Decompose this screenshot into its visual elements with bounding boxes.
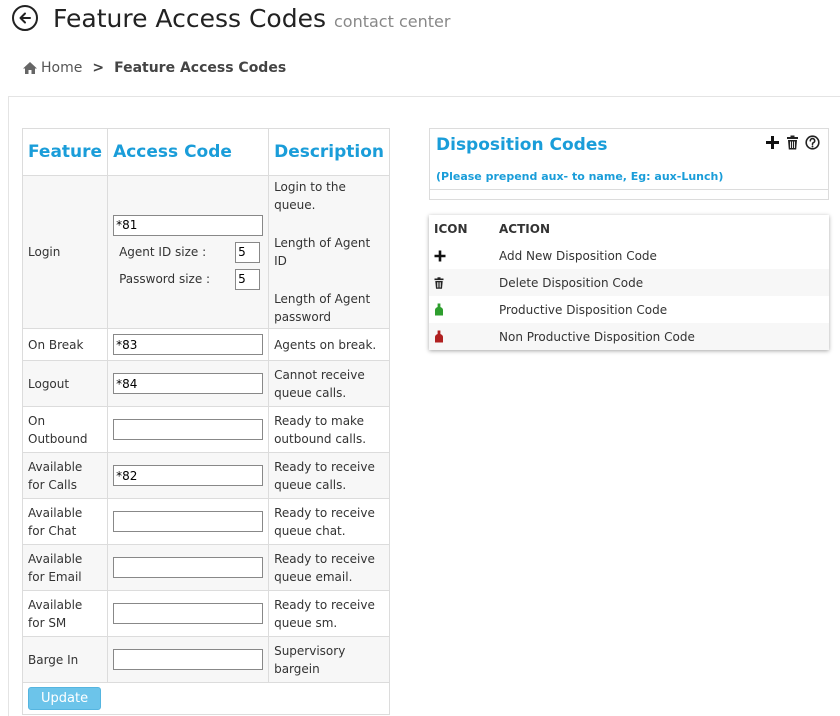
code-input-available-chat[interactable]: [113, 511, 264, 532]
agent-id-desc: Length of Agent ID: [274, 236, 371, 268]
agent-id-size-label: Agent ID size :: [119, 245, 207, 259]
table-row: Available for Email Ready to receive que…: [21, 544, 391, 591]
legend-row: Productive Disposition Code: [429, 296, 829, 323]
code-input-available-sm[interactable]: [113, 603, 264, 624]
description-cell: Cannot receive queue calls.: [268, 360, 391, 407]
disposition-note: (Please prepend aux- to name, Eg: aux-Lu…: [436, 170, 724, 183]
header-feature: Feature: [21, 128, 109, 176]
table-row: Available for Chat Ready to receive queu…: [21, 498, 391, 545]
agent-id-size-row: Agent ID size :: [119, 241, 261, 263]
feature-cell: Logout: [21, 360, 109, 407]
trash-icon[interactable]: [786, 135, 799, 150]
legend-action: Delete Disposition Code: [499, 275, 644, 290]
feature-access-table: Feature Access Code Description Login Ag…: [21, 128, 391, 715]
legend-row: Add New Disposition Code: [429, 242, 829, 269]
table-row: Logout Cannot receive queue calls.: [21, 360, 391, 407]
table-row-login: Login Agent ID size : Password size : Lo…: [21, 175, 391, 329]
disposition-codes-panel: Disposition Codes (Please prepend aux- t…: [429, 128, 829, 200]
table-row: Available for SM Ready to receive queue …: [21, 590, 391, 637]
breadcrumb-home-label: Home: [41, 60, 83, 76]
feature-cell: Available for SM: [21, 590, 109, 637]
green-bottle-icon: [435, 303, 443, 316]
access-code-cell: [107, 406, 270, 453]
feature-cell: Available for Calls: [21, 452, 109, 499]
code-input-available-calls[interactable]: [113, 465, 264, 486]
breadcrumb-current: Feature Access Codes: [114, 60, 287, 76]
legend-row: Non Productive Disposition Code: [429, 323, 829, 350]
table-header-row: Feature Access Code Description: [21, 128, 391, 176]
title-bar: Feature Access Codes contact center: [12, 2, 450, 34]
legend-action: Productive Disposition Code: [499, 302, 668, 317]
legend-icon-header: ICON: [434, 221, 468, 236]
table-footer-row: Update: [21, 682, 391, 715]
description-cell: Ready to receive queue email.: [268, 544, 391, 591]
description-cell: Agents on break.: [268, 328, 391, 361]
access-code-cell: [107, 452, 270, 499]
description-cell: Ready to receive queue sm.: [268, 590, 391, 637]
login-desc: Login to the queue.: [274, 180, 346, 212]
access-code-cell: [107, 328, 270, 361]
back-button[interactable]: [12, 5, 38, 31]
description-cell: Login to the queue. Length of Agent ID L…: [268, 175, 391, 329]
table-row: Available for Calls Ready to receive que…: [21, 452, 391, 499]
table-row: Barge In Supervisory bargein: [21, 636, 391, 683]
home-icon: [23, 62, 37, 74]
access-code-cell: [107, 544, 270, 591]
icon-legend: ICON ACTION Add New Disposition Code Del…: [429, 215, 829, 350]
code-input-available-email[interactable]: [113, 557, 264, 578]
description-cell: Ready to make outbound calls.: [268, 406, 391, 453]
legend-row: Delete Disposition Code: [429, 269, 829, 296]
footer-cell: Update: [21, 682, 391, 715]
description-cell: Ready to receive queue calls.: [268, 452, 391, 499]
header-access-code: Access Code: [107, 128, 270, 176]
arrow-left-icon: [19, 12, 31, 24]
divider: [430, 189, 828, 190]
access-code-cell: [107, 590, 270, 637]
access-code-cell: Agent ID size : Password size :: [107, 175, 270, 329]
red-bottle-icon: [435, 330, 443, 343]
code-input-on-outbound[interactable]: [113, 419, 264, 440]
plus-icon: [434, 250, 446, 261]
table-row: On Break Agents on break.: [21, 328, 391, 361]
feature-cell: Barge In: [21, 636, 109, 683]
description-cell: Supervisory bargein: [268, 636, 391, 683]
access-code-cell: [107, 360, 270, 407]
feature-cell: On Break: [21, 328, 109, 361]
password-size-input[interactable]: [235, 268, 261, 290]
update-button[interactable]: Update: [28, 687, 102, 710]
disposition-toolbar: [765, 135, 820, 150]
plus-icon[interactable]: [765, 135, 780, 150]
breadcrumb-home[interactable]: Home: [22, 60, 82, 76]
legend-action: Non Productive Disposition Code: [499, 329, 695, 344]
help-icon[interactable]: [805, 135, 820, 150]
password-size-row: Password size :: [119, 268, 261, 290]
table-row: On Outbound Ready to make outbound calls…: [21, 406, 391, 453]
description-cell: Ready to receive queue chat.: [268, 498, 391, 545]
code-input-logout[interactable]: [113, 373, 264, 394]
page-subtitle: contact center: [333, 11, 451, 31]
code-input-barge-in[interactable]: [113, 649, 264, 670]
code-input-on-break[interactable]: [113, 334, 264, 355]
header-description: Description: [268, 128, 391, 176]
legend-action-header: ACTION: [499, 221, 550, 236]
breadcrumb: Home > Feature Access Codes: [22, 60, 286, 76]
disposition-title: Disposition Codes: [436, 135, 608, 155]
access-code-cell: [107, 636, 270, 683]
agent-id-size-input[interactable]: [235, 241, 261, 263]
legend-action: Add New Disposition Code: [499, 248, 657, 263]
breadcrumb-separator: >: [92, 60, 105, 76]
trash-icon: [434, 276, 444, 289]
password-desc: Length of Agent password: [274, 292, 371, 324]
feature-cell: Available for Chat: [21, 498, 109, 545]
password-size-label: Password size :: [119, 272, 211, 286]
feature-cell: On Outbound: [21, 406, 109, 453]
feature-cell: Login: [21, 175, 109, 329]
login-code-input[interactable]: [113, 214, 264, 236]
legend-header-row: ICON ACTION: [429, 215, 829, 242]
feature-cell: Available for Email: [21, 544, 109, 591]
access-code-cell: [107, 498, 270, 545]
page-title: Feature Access Codes: [53, 3, 326, 33]
